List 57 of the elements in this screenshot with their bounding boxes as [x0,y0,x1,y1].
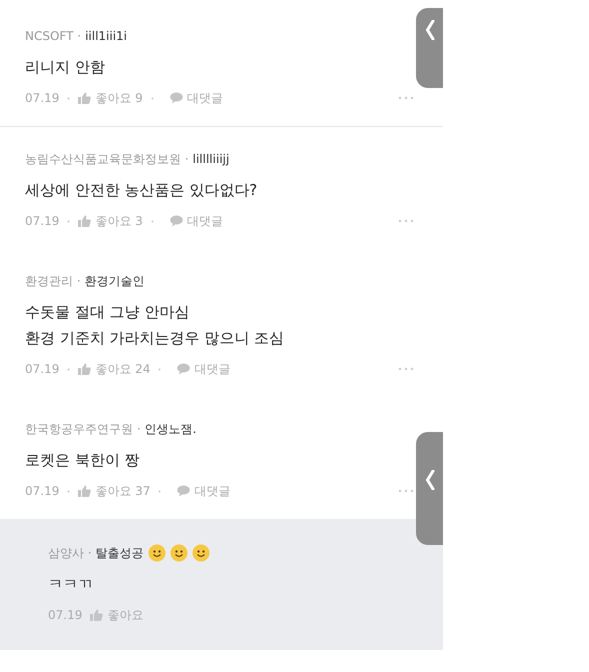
separator-dot [158,368,162,370]
separator-dot [150,96,154,100]
smiley-icon [148,544,166,562]
comment-text: 세상에 안전한 농산품은 있다없다? [25,180,258,201]
comment-text: 수돗물 절대 그냥 안마심 환경 기준치 가라치는경우 많으니 조심 [25,302,286,349]
like-button[interactable]: 좋아요 3 [78,211,143,231]
comment-text: 리니지 안함 [25,57,106,78]
thumbs-up-icon [78,485,92,497]
nickname: 인생노잼. [144,421,196,438]
chevron-left-icon [424,470,434,490]
thumbs-up-icon [78,215,92,227]
nickname: 탈출성공 [96,545,144,562]
like-button[interactable]: 좋아요 9 [78,88,143,108]
comment-text: 로켓은 북한이 짱 [25,450,141,471]
separator-dot [158,490,162,492]
speech-bubble-icon [177,363,190,375]
speech-bubble-icon [170,92,183,104]
comment-date: 07.19 [25,213,60,230]
smiley-icon [170,544,188,562]
smiley-icon [192,544,210,562]
author-name: 삼양사 · [48,545,92,562]
like-button[interactable]: 좋아요 37 [78,481,150,501]
thumbs-up-icon [78,363,92,375]
comment-date: 07.19 [25,361,60,378]
comment-date: 07.19 [48,607,82,624]
comment-date: 07.19 [25,483,60,500]
thumbs-up-icon [78,92,92,104]
chevron-left-icon [424,20,434,40]
separator-dot [67,96,70,100]
side-panel-handle[interactable] [416,432,443,545]
speech-bubble-icon [177,485,190,497]
more-icon[interactable] [398,367,414,371]
separator-dot [67,490,70,492]
comment-date: 07.19 [25,90,60,107]
comment-text: ㅋㅋㄲ [48,574,94,595]
separator-dot [150,220,154,222]
thumbs-up-icon [90,609,104,621]
nickname: 환경기술인 [84,273,145,290]
more-icon[interactable] [398,96,414,100]
like-button[interactable]: 좋아요 24 [78,359,150,379]
nickname: iill1iii1i [85,28,128,45]
reply-button[interactable]: 대댓글 [177,359,230,379]
reply-button[interactable]: 대댓글 [170,88,223,108]
author-name: NCSOFT · [25,28,82,45]
nickname: lilllliiijj [192,151,230,168]
speech-bubble-icon [170,215,183,227]
author-name: 농림수산식품교육문화정보원 · [25,151,189,168]
author-name: 환경관리 · [25,273,81,290]
more-icon[interactable] [398,219,414,223]
like-button[interactable]: 좋아요 [90,605,144,625]
separator-dot [67,368,70,370]
side-panel-handle[interactable] [416,8,443,88]
author-name: 한국항공우주연구원 · [25,421,141,438]
more-icon[interactable] [398,489,414,493]
separator-dot [67,220,70,222]
reply-button[interactable]: 대댓글 [177,481,230,501]
reply-button[interactable]: 대댓글 [170,211,223,231]
